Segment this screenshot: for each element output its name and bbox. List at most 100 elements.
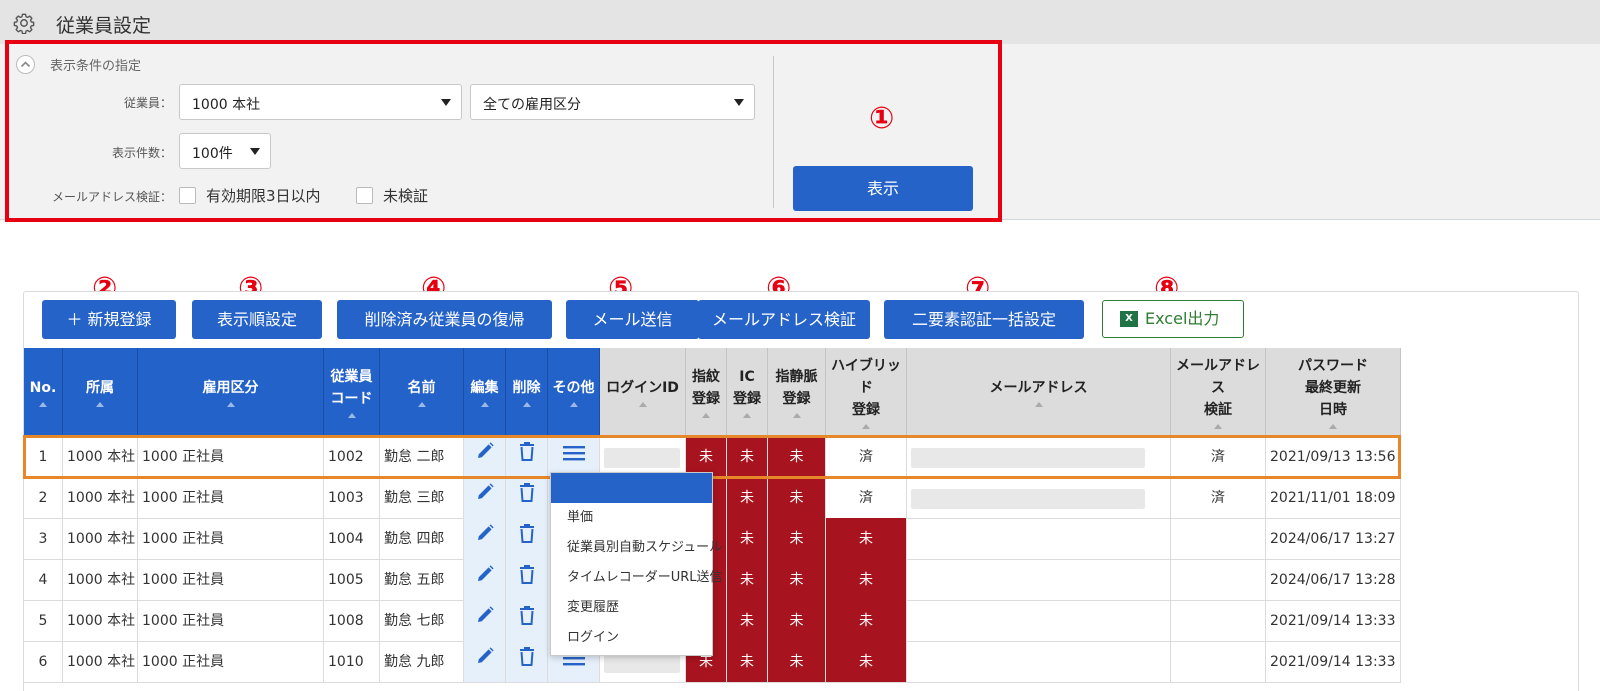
trash-icon <box>518 518 536 559</box>
header-no[interactable]: No. <box>24 348 63 436</box>
header-label: 名前 <box>407 380 436 396</box>
pencil-icon <box>475 477 495 518</box>
cell-type: 1000 正社員 <box>138 641 324 683</box>
cell-dept: 1000 本社 <box>63 559 138 601</box>
excel-export-button[interactable]: X Excel出力 <box>1102 300 1244 338</box>
email-cell <box>907 600 1171 642</box>
new-register-button[interactable]: ＋ 新規登録 <box>42 300 176 339</box>
delete-button[interactable] <box>506 600 548 642</box>
edit-button[interactable] <box>464 559 506 601</box>
cell-vein: 未 <box>768 641 826 683</box>
cell-type: 1000 正社員 <box>138 559 324 601</box>
redacted-text <box>604 653 680 673</box>
cell-type: 1000 正社員 <box>138 518 324 560</box>
cell-no: 3 <box>24 518 63 560</box>
delete-button[interactable] <box>506 518 548 560</box>
header-email-verified[interactable]: メールアドレス 検証 <box>1171 348 1266 436</box>
header-fingerprint[interactable]: 指紋 登録 <box>686 348 727 436</box>
cell-dept: 1000 本社 <box>63 600 138 642</box>
email-verify-button[interactable]: メールアドレス検証 <box>698 300 870 339</box>
title-bar: 従業員設定 <box>0 0 1600 44</box>
sort-arrow-icon <box>1034 402 1043 407</box>
cell-vein: 未 <box>768 518 826 560</box>
edit-button[interactable] <box>464 518 506 560</box>
header-vein[interactable]: 指静脈 登録 <box>768 348 826 436</box>
cell-pw-updated: 2024/06/17 13:28 <box>1266 559 1401 601</box>
menu-item-login[interactable]: ログイン <box>551 623 712 653</box>
cell-type: 1000 正社員 <box>138 477 324 519</box>
annotation-badge: ① <box>869 101 895 136</box>
header-ic[interactable]: IC 登録 <box>727 348 768 436</box>
header-label: 登録 <box>733 391 761 407</box>
edit-button[interactable] <box>464 477 506 519</box>
header-label: 登録 <box>852 402 880 418</box>
cell-code: 1005 <box>324 559 380 601</box>
cell-ic: 未 <box>727 641 768 683</box>
pencil-icon <box>475 641 495 682</box>
annotation-frame <box>5 40 1002 222</box>
menu-header <box>551 473 712 503</box>
pencil-icon <box>475 559 495 600</box>
sort-arrow-icon <box>1329 424 1337 429</box>
menu-item-history[interactable]: 変更履歴 <box>551 593 712 623</box>
cell-pw-updated: 2021/11/01 18:09 <box>1266 477 1401 519</box>
sort-arrow-icon <box>226 402 235 407</box>
excel-icon: X <box>1120 311 1138 327</box>
header-delete[interactable]: 削除 <box>506 348 548 436</box>
header-login-id[interactable]: ログインID <box>600 348 686 436</box>
cell-pw-updated: 2021/09/14 13:33 <box>1266 641 1401 683</box>
trash-icon <box>518 559 536 600</box>
email-cell <box>907 641 1171 683</box>
cell-hybrid: 未 <box>826 518 907 560</box>
menu-item-recorder-url[interactable]: タイムレコーダーURL送信 <box>551 563 723 593</box>
header-label: コード <box>330 391 373 407</box>
trash-icon <box>518 600 536 641</box>
cell-email-verified <box>1171 600 1266 642</box>
cell-pw-updated: 2024/06/17 13:27 <box>1266 518 1401 560</box>
two-factor-button[interactable]: 二要素認証一括設定 <box>884 300 1084 339</box>
header-label: その他 <box>552 380 595 396</box>
cell-code: 1004 <box>324 518 380 560</box>
header-label: ログインID <box>606 380 679 396</box>
send-mail-button[interactable]: メール送信 <box>566 300 699 339</box>
cell-vein: 未 <box>768 477 826 519</box>
cell-dept: 1000 本社 <box>63 641 138 683</box>
header-label: 編集 <box>470 380 499 396</box>
sort-arrow-icon <box>743 413 751 418</box>
menu-item-unit-price[interactable]: 単価 <box>551 503 712 533</box>
header-employment-type[interactable]: 雇用区分 <box>138 348 324 436</box>
sort-arrow-icon <box>1214 424 1222 429</box>
header-employee-code[interactable]: 従業員 コード <box>324 348 380 436</box>
cell-ic: 未 <box>727 559 768 601</box>
sort-arrow-icon <box>862 424 870 429</box>
delete-button[interactable] <box>506 559 548 601</box>
header-password-updated[interactable]: パスワード 最終更新 日時 <box>1266 348 1401 436</box>
cell-dept: 1000 本社 <box>63 518 138 560</box>
header-name[interactable]: 名前 <box>380 348 464 436</box>
sort-arrow-icon <box>39 402 47 407</box>
cell-hybrid: 未 <box>826 641 907 683</box>
cell-email-verified <box>1171 641 1266 683</box>
header-dept[interactable]: 所属 <box>63 348 138 436</box>
delete-button[interactable] <box>506 477 548 519</box>
cell-vein: 未 <box>768 600 826 642</box>
menu-item-auto-schedule[interactable]: 従業員別自動スケジュール <box>551 533 722 563</box>
pencil-icon <box>475 600 495 641</box>
cell-code: 1008 <box>324 600 380 642</box>
edit-button[interactable] <box>464 600 506 642</box>
header-email[interactable]: メールアドレス <box>907 348 1171 436</box>
display-order-button[interactable]: 表示順設定 <box>192 300 322 339</box>
cell-name: 勤怠 九郎 <box>380 641 464 683</box>
header-hybrid[interactable]: ハイブリッド 登録 <box>826 348 907 436</box>
cell-no: 6 <box>24 641 63 683</box>
header-edit[interactable]: 編集 <box>464 348 506 436</box>
cell-name: 勤怠 三郎 <box>380 477 464 519</box>
edit-button[interactable] <box>464 641 506 683</box>
header-label: No. <box>29 380 57 396</box>
header-other[interactable]: その他 <box>548 348 600 436</box>
cell-hybrid: 未 <box>826 600 907 642</box>
restore-deleted-button[interactable]: 削除済み従業員の復帰 <box>337 300 552 339</box>
pencil-icon <box>475 518 495 559</box>
sort-arrow-icon <box>638 402 647 407</box>
delete-button[interactable] <box>506 641 548 683</box>
